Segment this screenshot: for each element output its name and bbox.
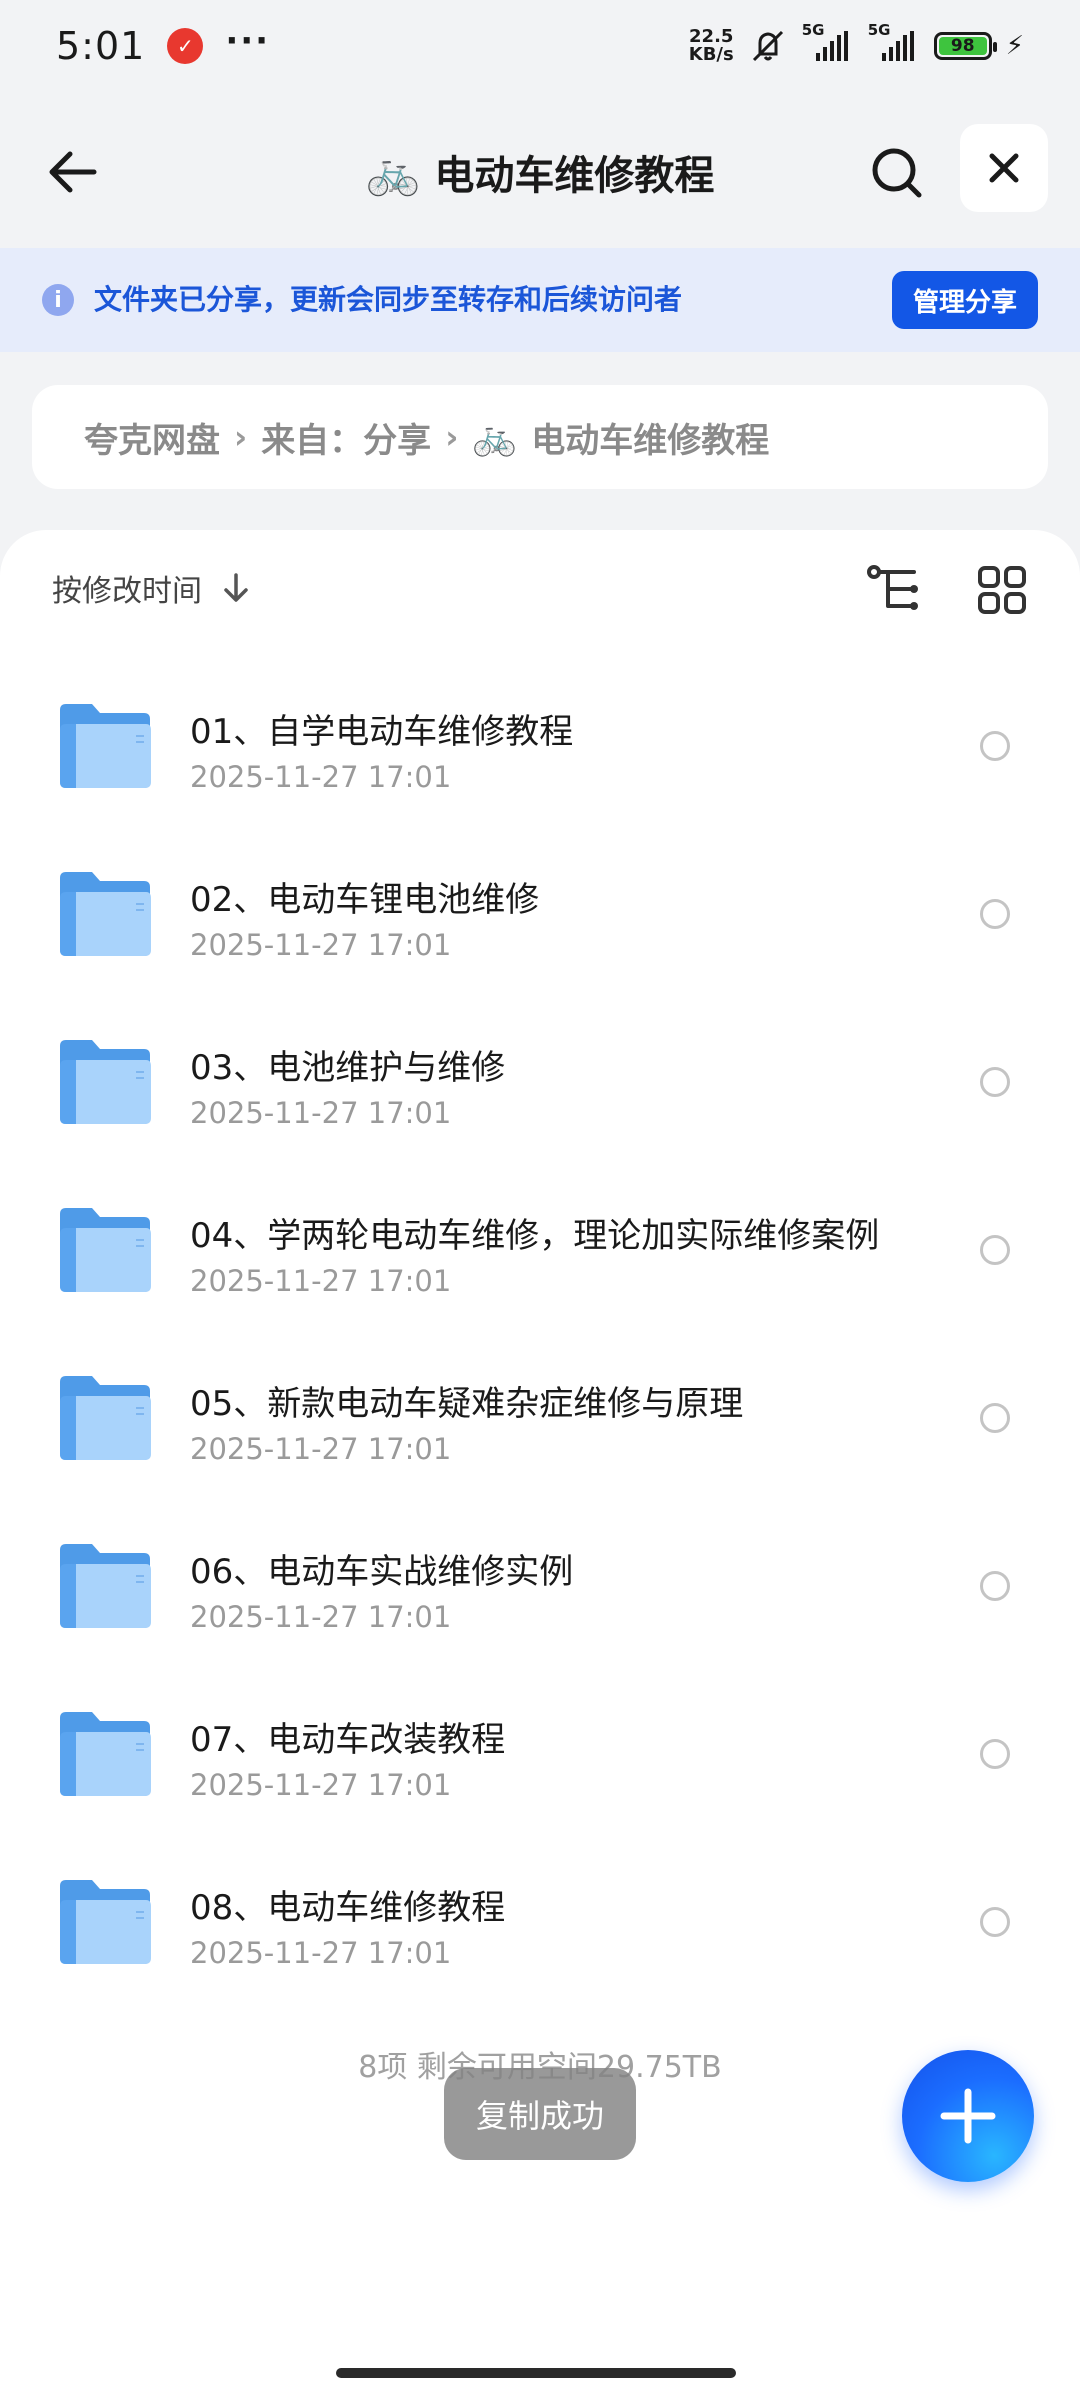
breadcrumb-root[interactable]: 夸克网盘 [84,413,220,462]
file-modified-date: 2025-11-27 17:01 [190,1600,452,1634]
file-modified-date: 2025-11-27 17:01 [190,1264,452,1298]
file-name: 01、自学电动车维修教程 [190,712,574,752]
status-time: 5:01 [56,24,146,68]
folder-icon [60,1880,151,1964]
arrow-down-icon [224,573,248,602]
add-button[interactable] [902,2050,1034,2182]
mute-icon [752,30,783,62]
select-checkbox[interactable] [980,899,1010,929]
share-message: 文件夹已分享，更新会同步至转存和后续访问者 [94,283,683,316]
file-modified-date: 2025-11-27 17:01 [190,1768,452,1802]
file-modified-date: 2025-11-27 17:01 [190,1936,452,1970]
file-name: 03、电池维护与维修 [190,1048,506,1088]
breadcrumb-current: 电动车维修教程 [531,420,770,461]
folder-icon [60,1376,151,1460]
folder-icon [60,1040,151,1124]
network-type-1: 5G [801,21,825,39]
battery-icon: 98 [933,32,997,60]
select-checkbox[interactable] [980,1739,1010,1769]
select-checkbox[interactable] [980,1067,1010,1097]
select-checkbox[interactable] [980,1403,1010,1433]
file-modified-date: 2025-11-27 17:01 [190,1432,452,1466]
file-list-item[interactable]: 04、学两轮电动车维修，理论加实际维修案例 2025-11-27 17:01 [0,1164,1080,1332]
file-list-item[interactable]: 08、电动车维修教程 2025-11-27 17:01 [0,1836,1080,2004]
network-type-2: 5G [867,21,891,39]
info-icon: i [42,284,74,316]
folder-icon [60,704,151,788]
file-list-item[interactable]: 01、自学电动车维修教程 2025-11-27 17:01 [0,660,1080,828]
file-name: 04、学两轮电动车维修，理论加实际维修案例 [190,1216,880,1256]
file-name: 02、电动车锂电池维修 [190,880,540,920]
file-name: 07、电动车改装教程 [190,1720,506,1760]
network-speed-unit: KB/s [688,44,734,65]
breadcrumb-shared[interactable]: 来自：分享 [261,413,431,462]
home-indicator[interactable] [336,2368,736,2378]
folder-icon [60,1712,151,1796]
select-checkbox[interactable] [980,1571,1010,1601]
status-left: 5:01 ✓ ··· [56,21,271,68]
file-list-item[interactable]: 06、电动车实战维修实例 2025-11-27 17:01 [0,1500,1080,1668]
network-speed: 22.5 KB/s [689,28,734,64]
select-checkbox[interactable] [980,731,1010,761]
breadcrumb-separator-icon: › [445,418,459,456]
header: 🚲 电动车维修教程 [0,120,1080,220]
file-list-item[interactable]: 03、电池维护与维修 2025-11-27 17:01 [0,996,1080,1164]
signal-icon-2: 5G [868,21,920,61]
file-list-item[interactable]: 07、电动车改装教程 2025-11-27 17:01 [0,1668,1080,1836]
file-list-item[interactable]: 02、电动车锂电池维修 2025-11-27 17:01 [0,828,1080,996]
file-name: 08、电动车维修教程 [190,1888,506,1928]
folder-icon [60,872,151,956]
file-list-item[interactable]: 05、新款电动车疑难杂症维修与原理 2025-11-27 17:01 [0,1332,1080,1500]
battery-level: 98 [938,36,987,56]
page-title: 电动车维修教程 [434,153,715,199]
tree-view-button[interactable] [866,564,922,616]
select-checkbox[interactable] [980,1235,1010,1265]
grid-view-icon [978,566,1026,614]
bicycle-icon: 🚲 [365,147,421,198]
toast-message: 复制成功 [444,2068,636,2160]
breadcrumb-separator-icon: › [234,418,248,456]
sort-control[interactable]: 按修改时间 [52,566,250,610]
bicycle-icon: 🚲 [472,417,518,458]
status-bar: 5:01 ✓ ··· 22.5 KB/s 5G 5G 98 ⚡ [0,0,1080,92]
file-name: 05、新款电动车疑难杂症维修与原理 [190,1384,744,1424]
app-notification-icon: ✓ [167,28,204,64]
file-modified-date: 2025-11-27 17:01 [190,1096,452,1130]
signal-icon: 5G [802,21,854,61]
select-checkbox[interactable] [980,1907,1010,1937]
folder-icon [60,1208,151,1292]
sort-label: 按修改时间 [52,574,202,609]
search-icon [872,148,922,198]
manage-share-button[interactable]: 管理分享 [892,271,1038,329]
status-right: 22.5 KB/s 5G 5G 98 ⚡ [689,21,1024,66]
tree-structure-icon [867,565,918,610]
file-modified-date: 2025-11-27 17:01 [190,928,452,962]
file-modified-date: 2025-11-27 17:01 [190,760,452,794]
plus-icon [940,2088,996,2144]
share-banner: i 文件夹已分享，更新会同步至转存和后续访问者 管理分享 [0,248,1080,352]
grid-view-button[interactable] [976,564,1028,616]
more-notifications-icon: ··· [225,21,271,61]
charging-icon: ⚡ [1005,31,1024,61]
search-button[interactable] [862,138,932,208]
file-name: 06、电动车实战维修实例 [190,1552,574,1592]
breadcrumb: 夸克网盘 › 来自：分享 › 🚲 电动车维修教程 [32,385,1048,489]
close-button[interactable] [960,124,1048,212]
close-icon [989,153,1019,183]
folder-icon [60,1544,151,1628]
